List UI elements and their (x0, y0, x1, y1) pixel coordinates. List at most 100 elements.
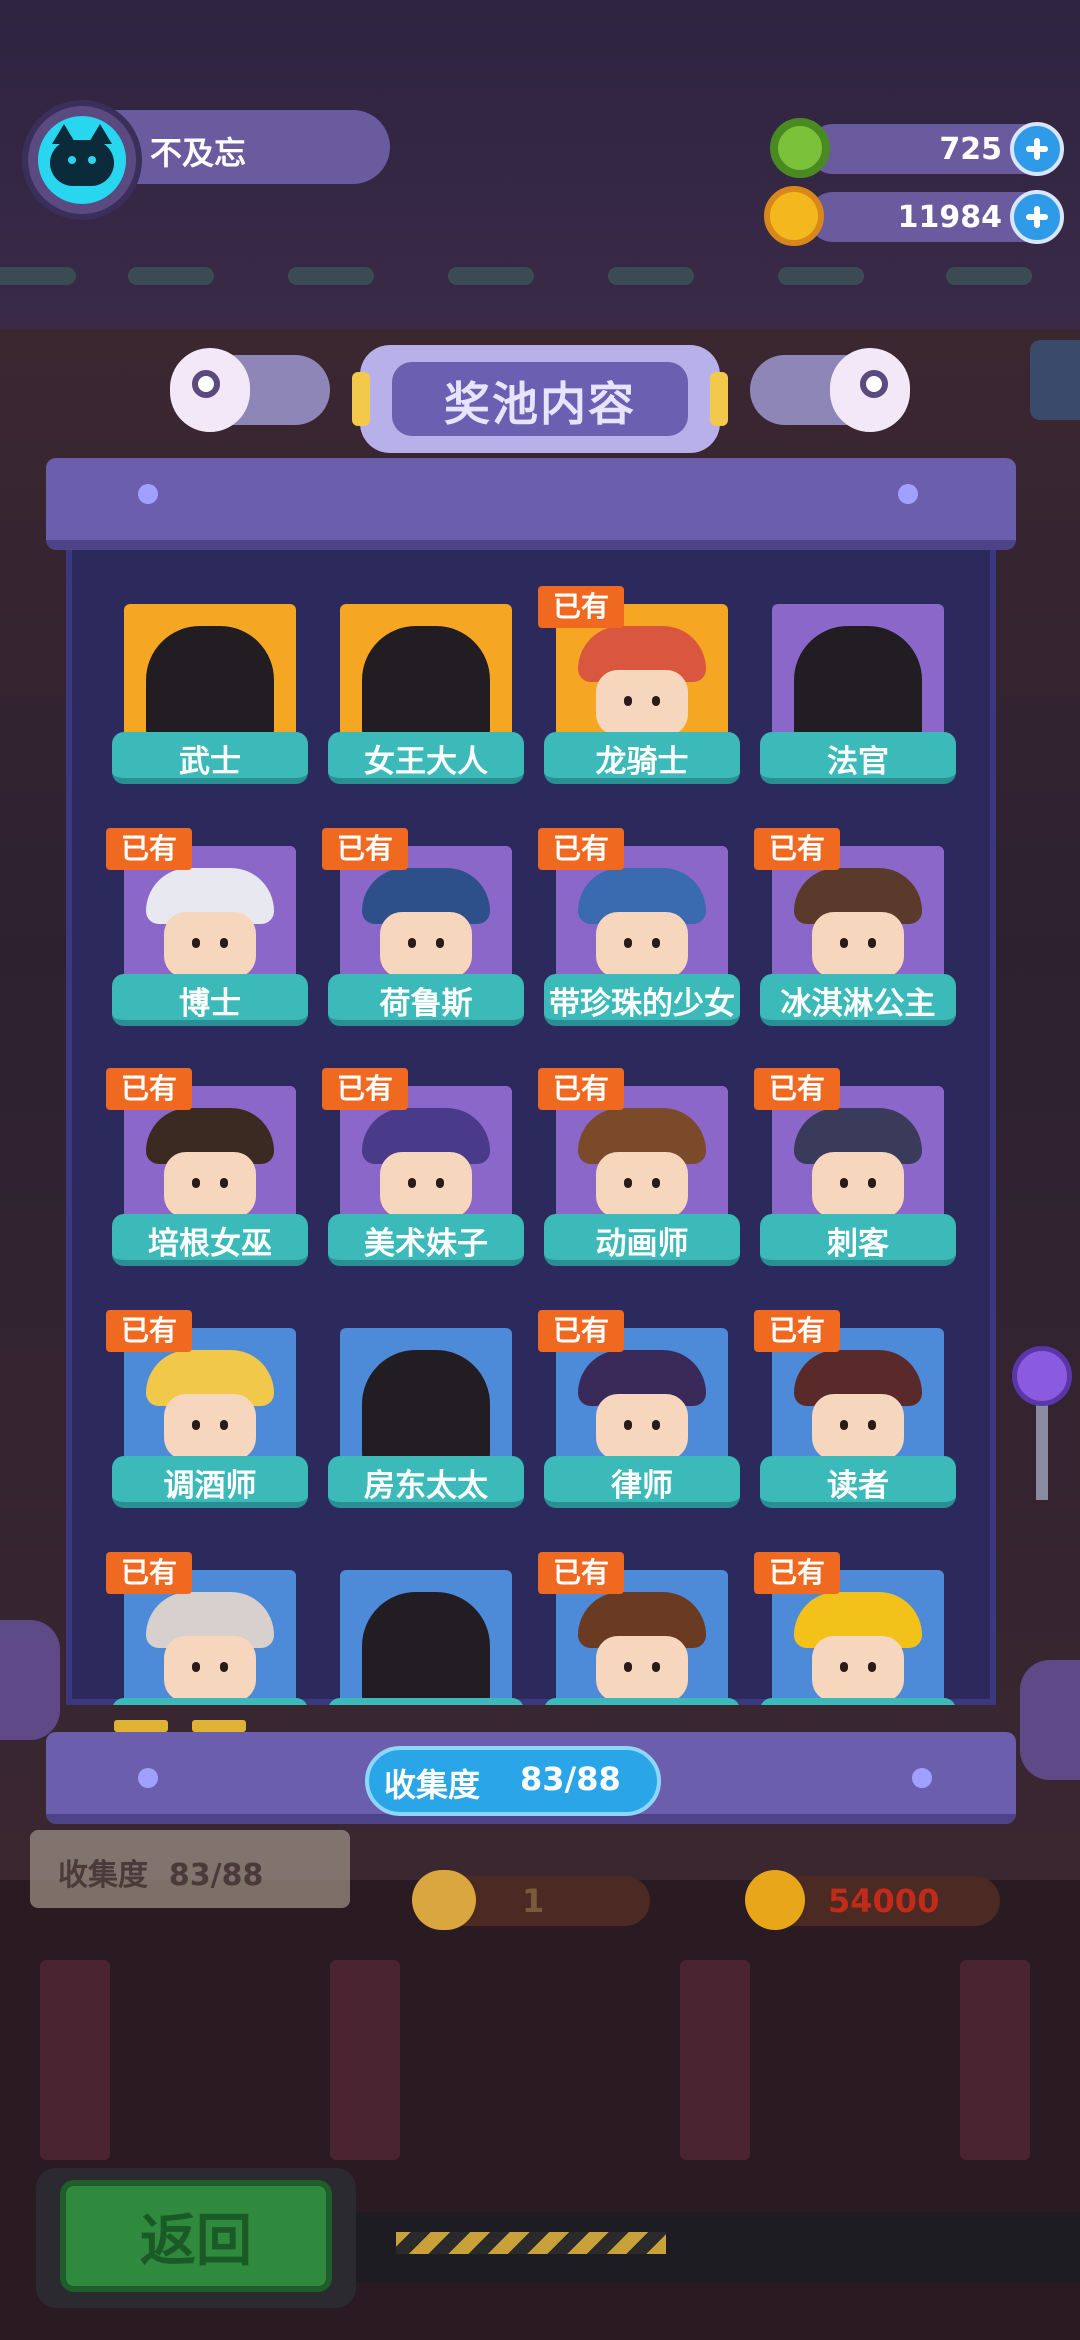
character-name: 美术妹子 (364, 1226, 488, 1262)
page-title: 奖池内容 (444, 377, 636, 431)
character-grid[interactable]: 武士 女王大人 龙骑士 已有 法官 博士 已有 荷鲁斯 已有 带珍珠的少女 已有 冰淇淋公主 已有 培根女… (66, 540, 996, 1705)
owned-badge: 已有 (754, 1552, 840, 1594)
add-gem-button[interactable] (1010, 122, 1064, 176)
player-name: 不及忘 (150, 134, 247, 172)
character-card[interactable]: 房东太太 (328, 1328, 524, 1528)
owned-badge: 已有 (106, 828, 192, 870)
green-gem-coin-icon (770, 118, 830, 178)
owned-badge: 已有 (538, 828, 624, 870)
character-portrait-icon (146, 1350, 274, 1468)
locked-silhouette-icon (362, 626, 490, 744)
next-arrow-icon[interactable] (1020, 1660, 1080, 1780)
character-name: 刺客 (827, 1226, 889, 1262)
character-name: 律师 (611, 1468, 673, 1504)
lever-stick (1036, 1400, 1048, 1500)
character-card[interactable]: 调酒师 已有 (106, 1310, 308, 1528)
owned-badge: 已有 (538, 586, 624, 628)
character-name: 房东太太 (364, 1468, 488, 1504)
character-card[interactable]: 荷鲁斯 已有 (322, 828, 524, 1046)
price-value: 54000 (828, 1882, 940, 1920)
character-portrait-icon (362, 868, 490, 986)
character-card[interactable]: 女王大人 (328, 604, 524, 804)
character-portrait-icon (362, 1108, 490, 1226)
character-name: 读者 (827, 1468, 889, 1504)
locked-silhouette-icon (794, 626, 922, 744)
prev-arrow-icon[interactable] (0, 1620, 60, 1740)
background-collection-text: 收集度 83/88 (58, 1858, 264, 1893)
collection-label: 收集度 (384, 1766, 481, 1804)
character-name: 冰淇淋公主 (780, 986, 936, 1022)
owned-badge: 已有 (106, 1068, 192, 1110)
hazard-stripe (396, 2232, 666, 2254)
character-card[interactable]: 读者 已有 (754, 1310, 956, 1528)
character-card[interactable]: 动画师 已有 (538, 1068, 740, 1286)
gold-planet-coin-icon (745, 1870, 805, 1930)
banner-cap-right (710, 372, 728, 426)
background-curtain (960, 1960, 1030, 2160)
character-portrait-icon (794, 1350, 922, 1468)
character-name: 培根女巫 (148, 1226, 272, 1262)
gold-planet-coin-icon (764, 186, 824, 246)
character-name: 荷鲁斯 (379, 986, 473, 1022)
locked-silhouette-icon (146, 626, 274, 744)
owned-badge: 已有 (106, 1310, 192, 1352)
owned-badge: 已有 (106, 1552, 192, 1594)
background-curtain (330, 1960, 400, 2160)
character-portrait-icon (146, 1592, 274, 1705)
character-portrait-icon (578, 1108, 706, 1226)
ticket-icon (412, 1870, 476, 1930)
locked-silhouette-icon (362, 1592, 490, 1705)
character-card[interactable]: 带珍珠的少女 已有 (538, 828, 740, 1046)
character-card[interactable]: 已有 (106, 1552, 308, 1705)
return-button-label: 返回 (140, 2209, 252, 2274)
add-coin-button[interactable] (1010, 190, 1064, 244)
character-name: 龙骑士 (595, 744, 689, 780)
owned-badge: 已有 (538, 1310, 624, 1352)
owned-badge: 已有 (538, 1552, 624, 1594)
coin-count: 11984 (897, 200, 1002, 235)
character-card[interactable]: 培根女巫 已有 (106, 1068, 308, 1286)
character-portrait-icon (794, 1108, 922, 1226)
character-card[interactable]: 已有 (754, 1552, 956, 1705)
background-curtain (680, 1960, 750, 2160)
character-card[interactable] (328, 1570, 524, 1705)
character-card[interactable]: 武士 (112, 604, 308, 804)
scroll-rod-top (46, 458, 1016, 550)
background-rail (0, 255, 1080, 295)
character-name: 动画师 (595, 1226, 689, 1262)
name-ribbon (544, 1698, 740, 1705)
name-ribbon (328, 1698, 524, 1705)
fish-decoration-left (170, 330, 340, 440)
character-card[interactable]: 法官 (760, 604, 956, 804)
character-portrait-icon (146, 1108, 274, 1226)
gem-count: 725 (939, 132, 1002, 167)
name-ribbon (760, 1698, 956, 1705)
cat-avatar-icon (38, 116, 126, 204)
character-portrait-icon (794, 1592, 922, 1705)
owned-badge: 已有 (754, 828, 840, 870)
scroll-hint-marker (192, 1720, 246, 1732)
background-curtain (40, 1960, 110, 2160)
character-card[interactable]: 刺客 已有 (754, 1068, 956, 1286)
lever-knob-icon[interactable] (1012, 1346, 1072, 1406)
character-card[interactable]: 龙骑士 已有 (538, 586, 740, 804)
character-name: 调酒师 (163, 1468, 257, 1504)
banner-cap-left (352, 372, 370, 426)
side-share-tab[interactable] (1030, 340, 1080, 420)
character-name: 女王大人 (364, 744, 488, 780)
ticket-count: 1 (522, 1882, 545, 1920)
character-portrait-icon (578, 1350, 706, 1468)
character-portrait-icon (578, 868, 706, 986)
owned-badge: 已有 (322, 1068, 408, 1110)
character-card[interactable]: 冰淇淋公主 已有 (754, 828, 956, 1046)
character-card[interactable]: 博士 已有 (106, 828, 308, 1046)
character-portrait-icon (146, 868, 274, 986)
character-name: 武士 (179, 744, 241, 780)
owned-badge: 已有 (754, 1310, 840, 1352)
character-card[interactable]: 美术妹子 已有 (322, 1068, 524, 1286)
fish-decoration-right (740, 330, 910, 440)
character-card[interactable]: 律师 已有 (538, 1310, 740, 1528)
character-portrait-icon (578, 1592, 706, 1705)
character-card[interactable]: 已有 (538, 1552, 740, 1705)
character-name: 博士 (179, 986, 241, 1022)
